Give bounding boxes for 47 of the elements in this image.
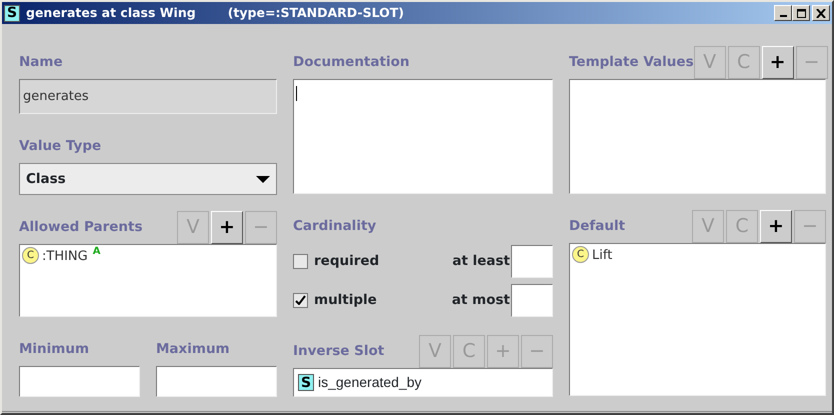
inverse-slot-label: Inverse Slot — [293, 342, 384, 361]
maximize-icon — [796, 8, 806, 18]
dropdown-arrow-icon — [256, 176, 270, 182]
list-item[interactable]: :THING — [42, 247, 88, 266]
checkbox[interactable] — [293, 254, 308, 268]
allowed-parents-label: Allowed Parents — [19, 218, 143, 237]
maximum-label: Maximum — [156, 340, 230, 359]
bound-field[interactable] — [511, 244, 553, 278]
value-type-dropdown[interactable]: Class — [19, 163, 277, 195]
inverse-slot-field[interactable]: S is_generated_by — [293, 368, 553, 397]
window-subtitle: (type=:STANDARD-SLOT) — [228, 4, 404, 22]
toolbar-button[interactable]: + — [760, 210, 792, 243]
default-list[interactable]: C Lift — [569, 243, 826, 396]
name-label: Name — [19, 52, 63, 72]
close-button[interactable] — [812, 5, 830, 21]
checkbox[interactable] — [293, 292, 308, 308]
bound-label: at most — [452, 290, 510, 310]
slot-icon: S — [4, 4, 20, 22]
bound-field[interactable] — [511, 284, 553, 316]
close-icon — [816, 8, 826, 18]
value-type-label: Value Type — [19, 136, 102, 156]
list-item[interactable]: Lift — [592, 246, 612, 266]
toolbar-button[interactable]: + — [762, 46, 794, 79]
minimize-icon — [780, 15, 786, 17]
check-icon — [295, 295, 306, 305]
slot-name: is_generated_by — [318, 373, 422, 392]
class-icon: C — [22, 247, 39, 264]
annotation-label: A — [92, 247, 100, 257]
maximize-button[interactable] — [792, 5, 810, 21]
minimize-button[interactable] — [774, 5, 792, 21]
template-values-label: Template Values — [569, 52, 694, 72]
slot-icon: S — [298, 374, 314, 391]
default-label: Default — [569, 216, 626, 236]
documentation-field[interactable] — [293, 79, 553, 194]
checkbox-label: multiple — [314, 290, 377, 310]
text-caret — [296, 86, 297, 101]
bound-label: at least — [452, 252, 510, 271]
minimum-label: Minimum — [19, 340, 90, 359]
window-title: generates at class Wing — [26, 4, 196, 22]
allowed-parents-list[interactable]: C :THING A — [19, 244, 277, 317]
minimum-field[interactable] — [19, 366, 140, 397]
cardinality-label: Cardinality — [293, 216, 376, 236]
toolbar-button[interactable]: + — [211, 211, 243, 244]
checkbox-label: required — [314, 252, 380, 271]
class-icon: C — [572, 246, 589, 263]
documentation-label: Documentation — [293, 52, 410, 72]
maximum-field[interactable] — [156, 366, 277, 397]
